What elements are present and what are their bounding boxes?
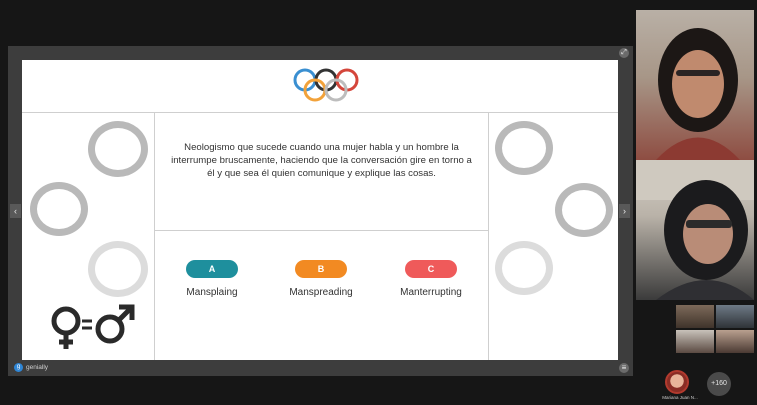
genially-brand[interactable]: g genially: [14, 363, 48, 372]
fullscreen-icon[interactable]: ⤢: [619, 48, 629, 58]
option-b-label: Manspreading: [289, 287, 353, 298]
participants-bar: Mariana Juan N... +160: [660, 366, 750, 400]
left-decoration-panel: [22, 113, 155, 360]
participant-thumbnail[interactable]: [676, 330, 714, 353]
slide-header: [22, 60, 618, 113]
gender-equality-icon: [51, 304, 135, 349]
participant-2-silhouette: [636, 160, 754, 300]
decorative-ring: [495, 241, 553, 295]
participant-thumbnails: [676, 305, 756, 355]
next-slide-arrow-icon[interactable]: ›: [619, 204, 630, 218]
olympic-rings-logo: [293, 68, 359, 102]
participant-name: Mariana Juan N...: [662, 395, 698, 400]
participant-1-silhouette: [656, 28, 740, 160]
question-panel: Neologismo que sucede cuando una mujer h…: [155, 113, 488, 231]
participant-thumbnail[interactable]: [716, 330, 754, 353]
shared-screen: Neologismo que sucede cuando una mujer h…: [8, 46, 633, 376]
question-text: Neologismo que sucede cuando una mujer h…: [171, 142, 472, 179]
option-a[interactable]: A Mansplaing: [157, 259, 267, 298]
participant-avatar[interactable]: [665, 370, 689, 394]
option-c-button[interactable]: C: [405, 260, 457, 278]
decorative-ring: [495, 121, 553, 175]
previous-slide-arrow-icon[interactable]: ‹: [10, 204, 21, 218]
participant-thumbnail[interactable]: [716, 305, 754, 328]
option-c-label: Manterrupting: [400, 287, 462, 298]
player-bottom-bar: g genially ≡: [8, 360, 633, 376]
genially-logo-icon: g: [14, 363, 23, 372]
participant-thumbnail[interactable]: [676, 305, 714, 328]
option-b[interactable]: B Manspreading: [266, 259, 376, 298]
video-call-window: Neologismo que sucede cuando una mujer h…: [0, 0, 757, 405]
participant-video-1[interactable]: [636, 10, 754, 160]
quiz-slide: Neologismo que sucede cuando una mujer h…: [22, 60, 618, 360]
answers-panel: A Mansplaing B Manspreading C Manterrupt…: [155, 231, 488, 360]
decorative-ring: [30, 182, 88, 236]
decorative-ring: [88, 121, 148, 177]
brand-label: genially: [26, 364, 49, 371]
right-decoration-panel: [488, 113, 619, 360]
option-a-button[interactable]: A: [186, 260, 238, 278]
decorative-ring: [88, 241, 148, 297]
more-participants-button[interactable]: +160: [707, 372, 731, 396]
option-b-button[interactable]: B: [295, 260, 347, 278]
participant-video-2[interactable]: [636, 160, 754, 300]
decorative-ring: [555, 183, 613, 237]
option-c[interactable]: C Manterrupting: [376, 259, 486, 298]
option-a-label: Mansplaing: [186, 287, 238, 298]
menu-icon[interactable]: ≡: [619, 363, 629, 373]
